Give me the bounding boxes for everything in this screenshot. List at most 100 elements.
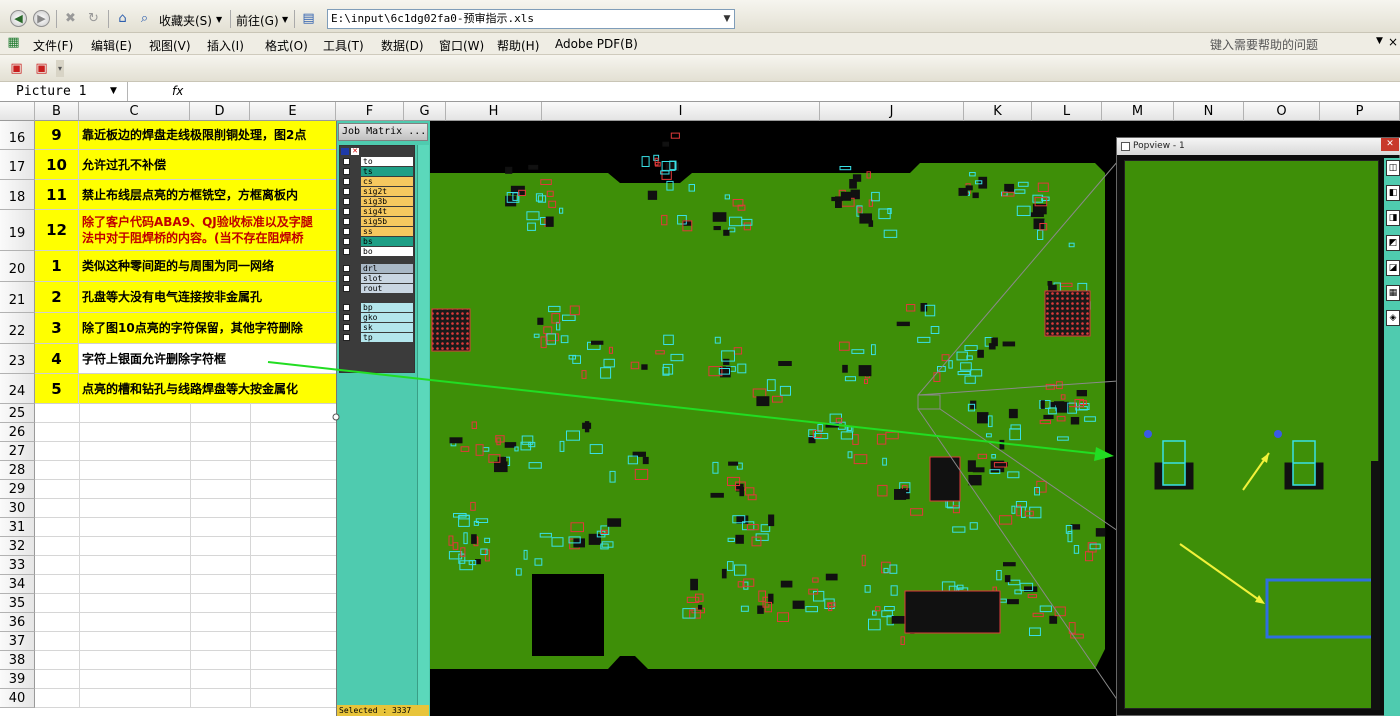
select-all-corner[interactable] (0, 102, 35, 121)
layer-row[interactable]: bo (340, 247, 416, 256)
description-cell[interactable]: 允许过孔不补偿 (79, 150, 336, 180)
layer-row[interactable]: cs (340, 177, 416, 186)
document-icon[interactable]: ▤ (300, 10, 317, 27)
close-button[interactable]: ✕ (1381, 138, 1399, 151)
description-cell[interactable]: 类似这种零间距的与周围为同一网络 (79, 251, 336, 282)
row-header[interactable]: 31 (0, 518, 35, 537)
layer-row[interactable]: sig5b (340, 217, 416, 226)
chevron-down-icon[interactable]: ▼ (1376, 36, 1383, 46)
layer-checkbox[interactable] (343, 265, 350, 272)
menu-help[interactable]: 帮助(H) (497, 37, 539, 54)
layer-checkbox[interactable] (343, 188, 350, 195)
description-cell[interactable]: 禁止布线层点亮的方框铣空，方框离板内 (79, 180, 336, 210)
item-number-cell[interactable]: 9 (35, 121, 79, 150)
column-header-o[interactable]: O (1244, 102, 1320, 121)
row-header[interactable]: 35 (0, 594, 35, 613)
row-header[interactable]: 23 (0, 344, 35, 374)
layer-row[interactable]: sig3b (340, 197, 416, 206)
layer-row[interactable]: bs (340, 237, 416, 246)
row-header[interactable]: 19 (0, 210, 35, 251)
search-icon[interactable]: ⌕ (136, 10, 153, 27)
description-cell[interactable]: 除了图10点亮的字符保留，其他字符删除 (79, 313, 336, 344)
row-header[interactable]: 16 (0, 121, 35, 150)
stop-icon[interactable]: ✖ (62, 10, 79, 27)
pdf-icon[interactable]: ▣ (8, 60, 25, 77)
layer-checkbox[interactable] (343, 218, 350, 225)
row-header[interactable]: 40 (0, 689, 35, 708)
row-header[interactable]: 26 (0, 423, 35, 442)
layer-checkbox[interactable] (343, 198, 350, 205)
menu-file[interactable]: 文件(F) (33, 37, 73, 54)
select-all-icon[interactable] (341, 148, 349, 155)
favorites-menu[interactable]: 收藏夹(S) (159, 12, 212, 29)
layer-checkbox[interactable] (343, 158, 350, 165)
toolbar-options-icon[interactable]: ▾ (56, 60, 64, 77)
layer-checkbox[interactable] (343, 248, 350, 255)
layer-row[interactable]: gko (340, 313, 416, 322)
pan-icon[interactable]: ◨ (1386, 210, 1400, 226)
layer-checkbox[interactable] (343, 178, 350, 185)
row-header[interactable]: 36 (0, 613, 35, 632)
menu-insert[interactable]: 插入(I) (207, 37, 244, 54)
row-header[interactable]: 18 (0, 180, 35, 210)
pdf-email-icon[interactable]: ▣ (33, 60, 50, 77)
row-header[interactable]: 32 (0, 537, 35, 556)
column-header-j[interactable]: J (820, 102, 964, 121)
chevron-down-icon[interactable]: ▼ (216, 15, 222, 24)
column-header-i[interactable]: I (542, 102, 820, 121)
row-header[interactable]: 29 (0, 480, 35, 499)
home-icon[interactable]: ⌂ (114, 10, 131, 27)
item-number-cell[interactable]: 3 (35, 313, 79, 344)
row-header[interactable]: 39 (0, 670, 35, 689)
layer-row[interactable]: sk (340, 323, 416, 332)
refresh-icon[interactable]: ↻ (85, 10, 102, 27)
popview-title[interactable]: Popview - 1 (1117, 138, 1400, 155)
layer-row[interactable]: to (340, 157, 416, 166)
layer-checkbox[interactable] (343, 208, 350, 215)
layer-row[interactable]: sig4t (340, 207, 416, 216)
item-number-cell[interactable]: 5 (35, 374, 79, 404)
help-search-input[interactable]: 键入需要帮助的问题 (1210, 36, 1318, 53)
column-header-n[interactable]: N (1174, 102, 1244, 121)
clear-selection-icon[interactable]: ✕ (351, 148, 359, 155)
row-header[interactable]: 17 (0, 150, 35, 180)
column-header-m[interactable]: M (1102, 102, 1174, 121)
row-header[interactable]: 27 (0, 442, 35, 461)
row-header[interactable]: 21 (0, 282, 35, 313)
layer-checkbox[interactable] (343, 334, 350, 341)
item-number-cell[interactable]: 1 (35, 251, 79, 282)
layer-checkbox[interactable] (343, 228, 350, 235)
chevron-down-icon[interactable]: ▼ (110, 82, 117, 101)
description-cell[interactable]: 孔盘等大没有电气连接按非金属孔 (79, 282, 336, 313)
layer-row[interactable]: tp (340, 333, 416, 342)
column-header-k[interactable]: K (964, 102, 1032, 121)
item-number-cell[interactable]: 12 (35, 210, 79, 251)
layer-row[interactable]: slot (340, 274, 416, 283)
description-cell[interactable]: 靠近板边的焊盘走线极限削铜处理，图2点 (79, 121, 336, 150)
menu-adobe-pdf[interactable]: Adobe PDF(B) (555, 37, 638, 51)
row-header[interactable]: 33 (0, 556, 35, 575)
zoom-in-icon[interactable]: ◫ (1386, 160, 1400, 176)
layer-row[interactable]: ss (340, 227, 416, 236)
layer-checkbox[interactable] (343, 304, 350, 311)
column-header-p[interactable]: P (1320, 102, 1400, 121)
column-header-b[interactable]: B (35, 102, 79, 121)
chevron-down-icon[interactable]: ▼ (282, 15, 288, 24)
menu-format[interactable]: 格式(O) (265, 37, 308, 54)
function-icon[interactable]: fx (172, 82, 183, 101)
close-icon[interactable]: × (1388, 35, 1398, 49)
column-header-f[interactable]: F (336, 102, 404, 121)
layer-row[interactable]: ts (340, 167, 416, 176)
item-number-cell[interactable]: 11 (35, 180, 79, 210)
row-header[interactable]: 25 (0, 404, 35, 423)
row-header[interactable]: 20 (0, 251, 35, 282)
layer-checkbox[interactable] (343, 238, 350, 245)
layer-checkbox[interactable] (343, 314, 350, 321)
menu-view[interactable]: 视图(V) (149, 37, 191, 54)
layer-checkbox[interactable] (343, 275, 350, 282)
column-header-e[interactable]: E (250, 102, 336, 121)
menu-data[interactable]: 数据(D) (381, 37, 424, 54)
menu-window[interactable]: 窗口(W) (439, 37, 484, 54)
zoom-out-icon[interactable]: ◧ (1386, 185, 1400, 201)
snap-icon[interactable]: ◈ (1386, 310, 1400, 326)
